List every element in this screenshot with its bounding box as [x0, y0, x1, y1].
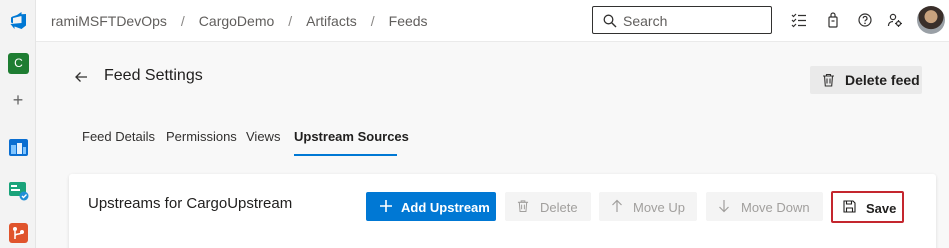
delete-upstream-label: Delete	[540, 200, 578, 215]
help-icon[interactable]	[857, 12, 873, 28]
boards-icon[interactable]	[8, 137, 29, 158]
breadcrumb-separator: /	[180, 13, 185, 29]
save-label: Save	[866, 201, 897, 216]
trash-icon	[517, 200, 529, 213]
move-up-button[interactable]: Move Up	[599, 192, 697, 221]
active-tab-indicator	[294, 154, 397, 156]
test-plans-icon[interactable]	[8, 180, 29, 201]
card-title: Upstreams for CargoUpstream	[88, 195, 293, 212]
search-icon	[603, 14, 617, 28]
top-bar: ramiMSFTDevOps / CargoDemo / Artifacts / Feeds…	[36, 0, 949, 42]
tab-upstream-sources[interactable]: Upstream Sources	[294, 129, 409, 144]
repos-icon[interactable]	[8, 222, 29, 243]
move-down-label: Move Down	[741, 200, 810, 215]
breadcrumb-separator: /	[370, 13, 375, 29]
save-button[interactable]: Save	[831, 191, 904, 223]
marketplace-bag-icon[interactable]	[825, 12, 841, 28]
add-upstream-label: Add Upstream	[401, 200, 490, 215]
back-arrow-icon[interactable]	[74, 70, 88, 84]
search-placeholder: Search	[623, 13, 668, 29]
left-nav-rail: C +	[0, 0, 36, 248]
breadcrumb-artifacts[interactable]: Artifacts	[306, 13, 357, 29]
add-upstream-button[interactable]: Add Upstream	[366, 192, 496, 221]
tab-feed-details[interactable]: Feed Details	[82, 129, 155, 144]
azure-devops-logo-icon[interactable]	[8, 10, 28, 30]
tab-views[interactable]: Views	[246, 129, 280, 144]
delete-upstream-button[interactable]: Delete	[505, 192, 591, 221]
arrow-up-icon	[612, 199, 622, 212]
breadcrumb: ramiMSFTDevOps / CargoDemo / Artifacts / Feeds	[51, 13, 428, 29]
move-down-button[interactable]: Move Down	[706, 192, 823, 221]
save-disk-icon	[843, 200, 856, 213]
page-title: Feed Settings	[104, 67, 203, 84]
breadcrumb-feeds[interactable]: Feeds	[389, 13, 428, 29]
breadcrumb-separator: /	[288, 13, 293, 29]
delete-feed-label: Delete feed	[845, 72, 920, 88]
breadcrumb-project[interactable]: CargoDemo	[199, 13, 274, 29]
task-list-icon[interactable]	[791, 12, 807, 28]
delete-feed-button[interactable]: Delete feed	[810, 66, 922, 94]
plus-icon	[380, 200, 392, 212]
user-avatar[interactable]	[917, 6, 945, 34]
breadcrumb-organization[interactable]: ramiMSFTDevOps	[51, 13, 167, 29]
user-settings-icon[interactable]	[887, 12, 903, 28]
search-input[interactable]: Search	[592, 6, 772, 34]
add-icon[interactable]: +	[10, 91, 26, 109]
tab-permissions[interactable]: Permissions	[166, 129, 237, 144]
trash-icon	[823, 73, 834, 87]
move-up-label: Move Up	[633, 200, 686, 215]
arrow-down-icon	[719, 200, 729, 213]
project-avatar[interactable]: C	[8, 53, 29, 74]
